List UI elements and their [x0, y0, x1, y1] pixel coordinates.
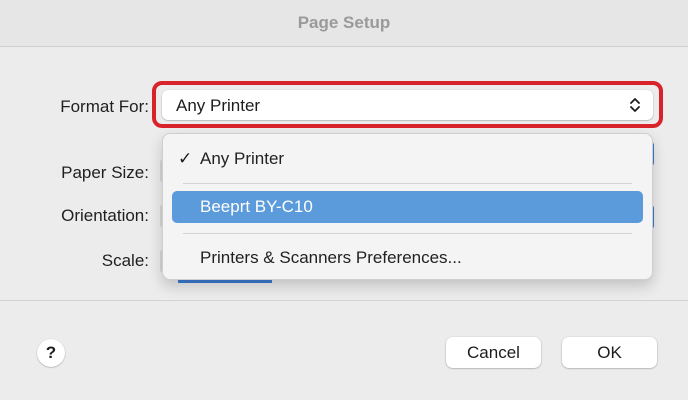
- paper-size-label: Paper Size:: [61, 163, 149, 182]
- chevron-up-down-icon: [625, 95, 645, 115]
- ok-button[interactable]: OK: [562, 337, 657, 368]
- checkmark-icon: ✓: [178, 149, 193, 168]
- menu-item-printers-scanners-preferences[interactable]: Printers & Scanners Preferences...: [172, 242, 643, 274]
- orientation-label: Orientation:: [61, 206, 149, 225]
- format-for-popup[interactable]: Any Printer: [162, 90, 653, 120]
- menu-item-label: Beeprt BY-C10: [200, 197, 313, 216]
- menu-item-label: Printers & Scanners Preferences...: [200, 248, 462, 267]
- menu-separator: [183, 233, 632, 234]
- page-setup-dialog: Page Setup Format For: Paper Size: Orien…: [0, 0, 688, 400]
- title-bar: Page Setup: [0, 0, 688, 47]
- cancel-button[interactable]: Cancel: [446, 337, 541, 368]
- menu-item-beeprt-by-c10[interactable]: Beeprt BY-C10: [172, 191, 643, 223]
- format-for-label: Format For:: [60, 97, 149, 116]
- format-for-menu: ✓ Any Printer Beeprt BY-C10 Printers & S…: [162, 133, 653, 280]
- menu-item-any-printer[interactable]: ✓ Any Printer: [172, 143, 643, 175]
- menu-separator: [183, 183, 632, 184]
- menu-item-label: Any Printer: [200, 149, 285, 168]
- format-for-value: Any Printer: [176, 96, 261, 115]
- dialog-title: Page Setup: [297, 13, 391, 32]
- scale-label: Scale:: [101, 251, 149, 270]
- footer-divider: [0, 300, 688, 301]
- help-button[interactable]: ?: [37, 339, 65, 367]
- scale-accent-edge: [178, 280, 272, 283]
